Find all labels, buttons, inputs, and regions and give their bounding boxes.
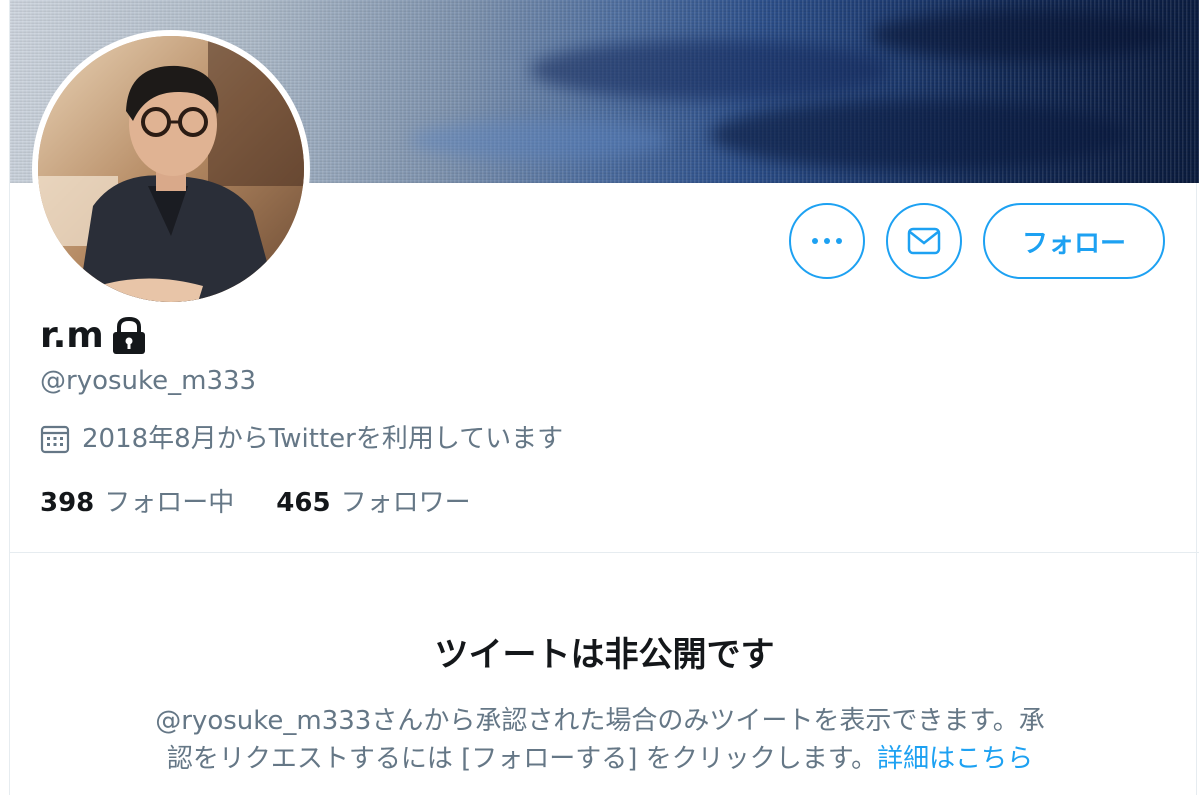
- follow-counts: 398 フォロー中 465 フォロワー: [40, 485, 471, 521]
- avatar[interactable]: [32, 30, 310, 308]
- more-horizontal-icon: [812, 238, 842, 244]
- follow-button[interactable]: フォロー: [983, 203, 1165, 279]
- lock-icon: [112, 316, 145, 354]
- profile-page: フォロー r.m @ryosuke_m333 2018年8月からTwitterを…: [0, 0, 1199, 795]
- following-count[interactable]: 398: [40, 485, 94, 521]
- protected-tweets-description: @ryosuke_m333さんから承認された場合のみツイートを表示できます。承認…: [150, 702, 1050, 778]
- banner-streak: [710, 100, 1130, 170]
- section-divider: [10, 552, 1199, 553]
- envelope-icon: [907, 227, 941, 255]
- display-name: r.m: [40, 315, 104, 356]
- banner-streak: [530, 40, 890, 100]
- followers-label[interactable]: フォロワー: [341, 485, 471, 521]
- avatar-photo: [38, 36, 304, 302]
- message-button[interactable]: [886, 203, 962, 279]
- name-row: r.m: [40, 312, 150, 360]
- follow-button-label: フォロー: [1021, 228, 1126, 259]
- followers-count[interactable]: 465: [276, 485, 330, 521]
- joined-date: 2018年8月からTwitterを利用しています: [40, 421, 563, 457]
- avatar-illustration: [38, 36, 304, 302]
- joined-text: 2018年8月からTwitterを利用しています: [82, 424, 564, 454]
- learn-more-link[interactable]: 詳細はこちら: [877, 744, 1033, 774]
- profile-handle: @ryosuke_m333: [40, 366, 257, 396]
- banner-streak: [870, 10, 1170, 60]
- calendar-icon: [40, 425, 70, 454]
- more-button[interactable]: [789, 203, 865, 279]
- following-label[interactable]: フォロー中: [104, 485, 234, 521]
- banner-streak: [410, 120, 670, 160]
- protected-tweets-title: ツイートは非公開です: [434, 635, 775, 675]
